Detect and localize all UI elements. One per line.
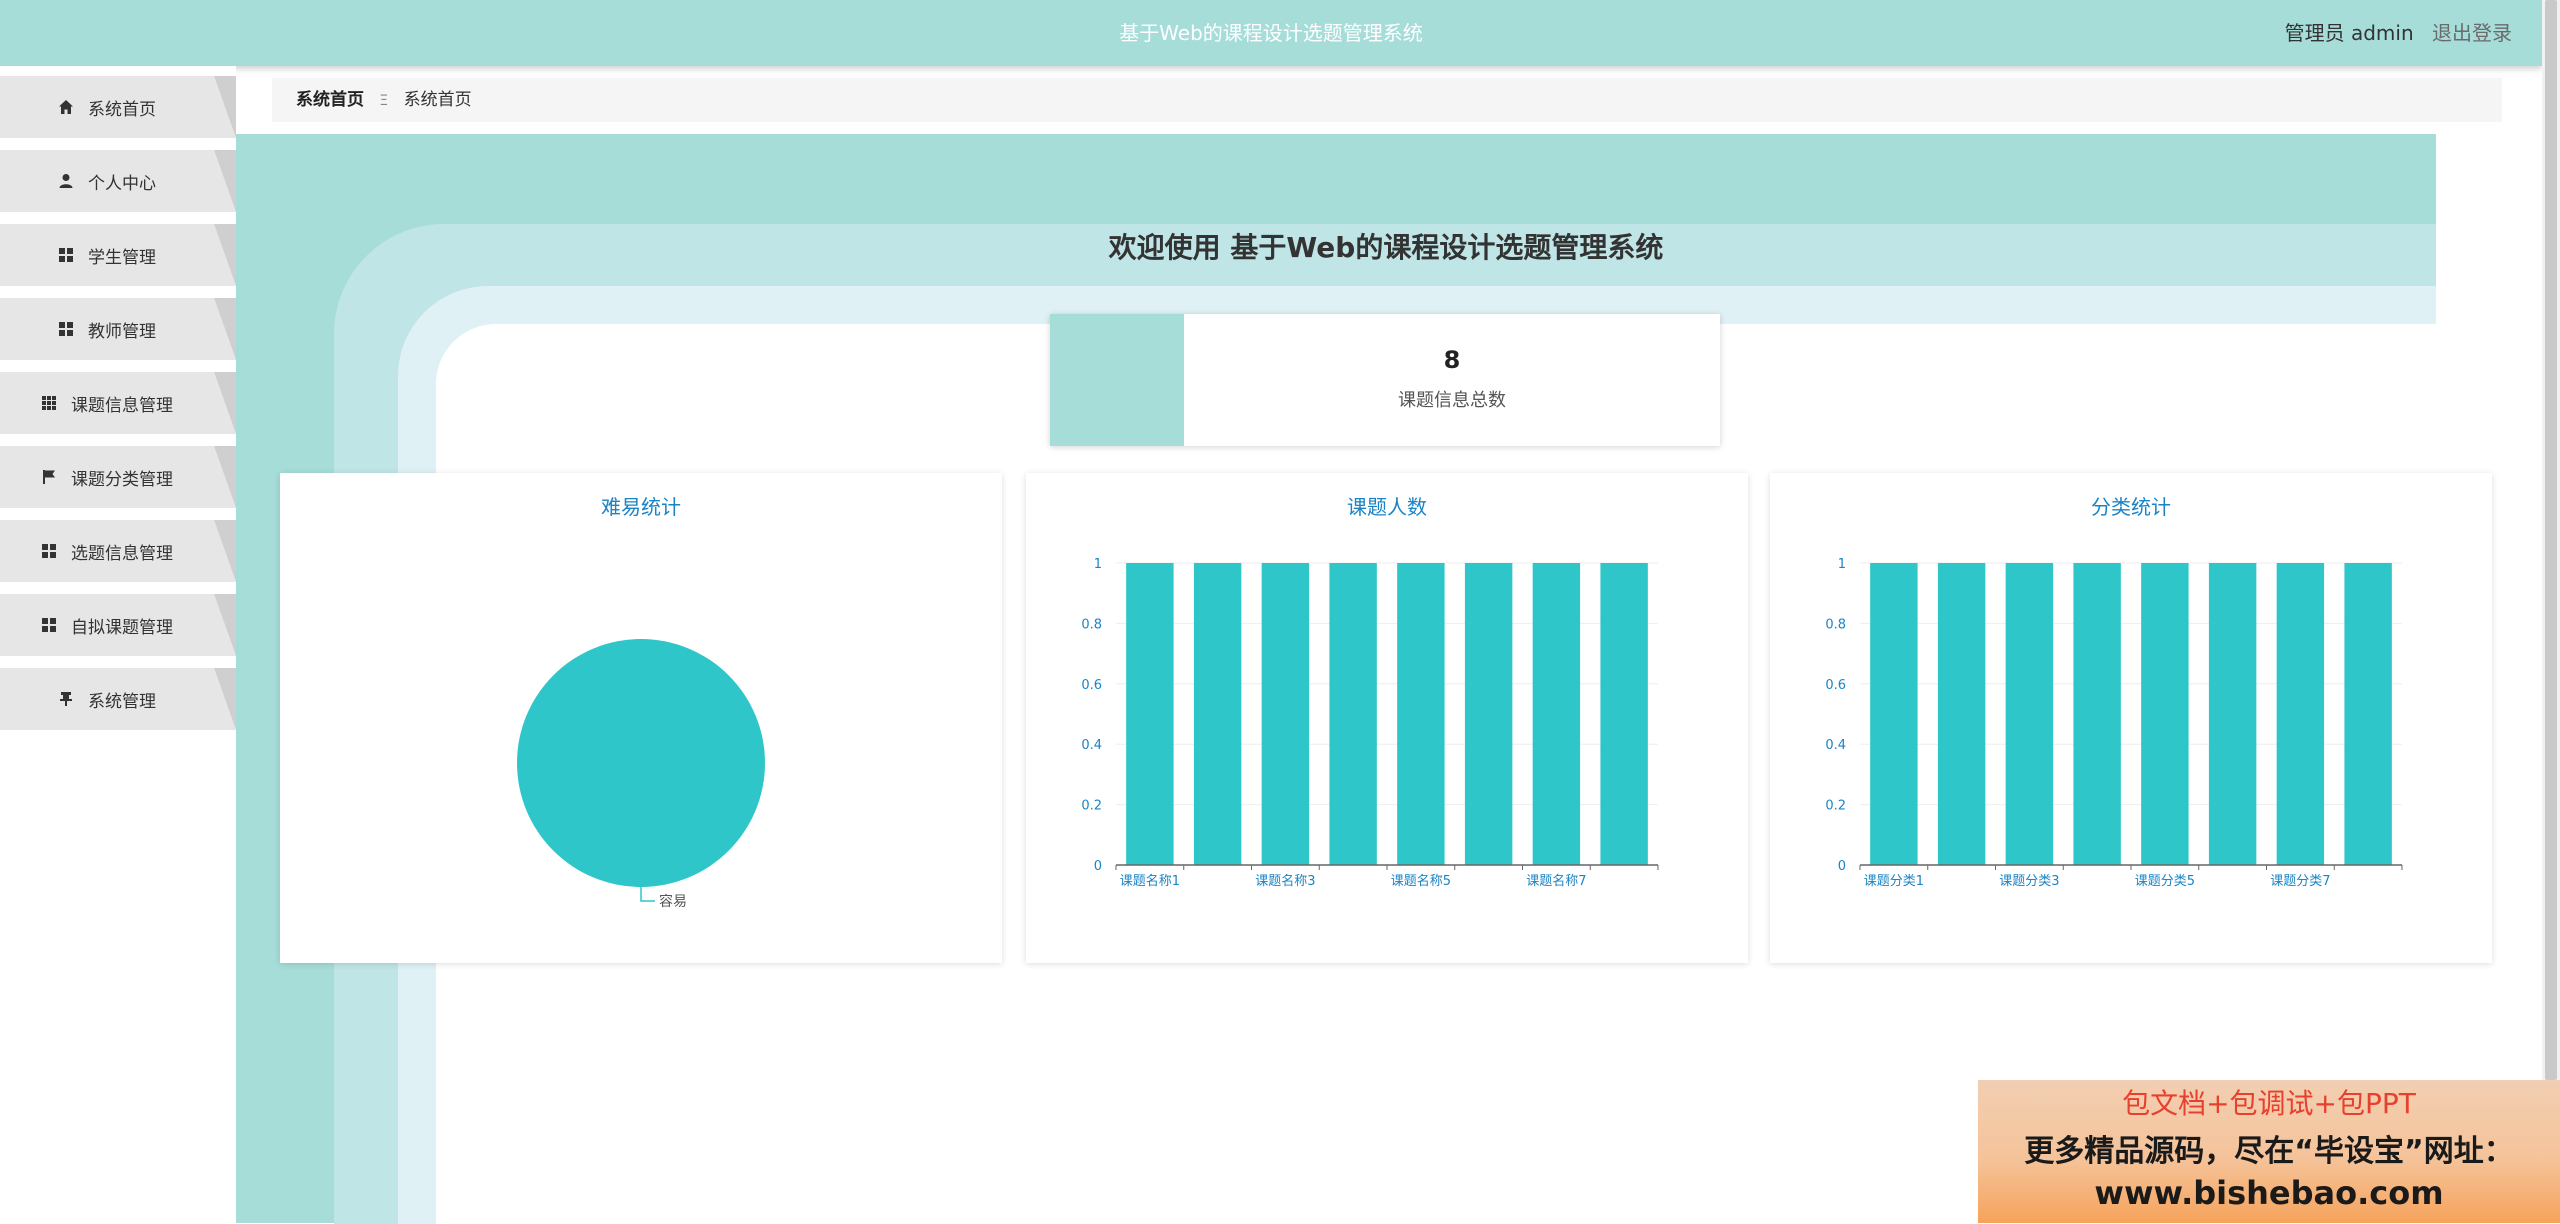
sidebar: 系统首页 个人中心 学生管理 教师管理 课题信息管理 课题分类管理 选题信息管理… [0,66,236,1223]
pie-label: 容易 [659,893,687,910]
sidebar-item-label: 系统管理 [88,691,156,712]
page-scrollbar[interactable] [2542,0,2560,1223]
bar [1261,563,1310,865]
bar [1937,563,1986,865]
breadcrumb-current: 系统首页 [403,90,472,110]
sidebar-item-label: 课题分类管理 [71,469,173,490]
y-tick-label: 0.8 [1825,617,1846,632]
scrollbar-thumb[interactable] [2545,0,2557,1080]
flag-icon [43,470,55,484]
grid-icon [59,322,73,336]
y-tick-label: 0.6 [1825,678,1846,693]
bar [1329,563,1377,865]
bar [1532,563,1581,865]
y-tick-label: 0.4 [1825,738,1846,753]
watermark-line: 包文档+包调试+包PPT [2122,1087,2416,1120]
stat-label: 课题信息总数 [1398,390,1506,411]
stat-card: 8 课题信息总数 [1050,314,1720,446]
sidebar-item-profile[interactable]: 个人中心 [0,150,236,212]
watermark-line: 更多精品源码，尽在“毕设宝”网址： [2024,1134,2514,1169]
sidebar-item-system[interactable]: 系统管理 [0,668,236,730]
y-tick-label: 0.4 [1081,738,1102,753]
bar [2141,563,2189,865]
bar-chart: 0 0.2 0.4 0.6 0.8 1 课题名称1 课题名称3 课题名称5 课题名称7 [1081,557,1659,889]
sidebar-item-topic-info[interactable]: 课题信息管理 [0,372,236,434]
grid-icon [59,248,73,262]
breadcrumb: 系统首页 Ξ 系统首页 [272,78,2502,122]
sidebar-item-selection-info[interactable]: 选题信息管理 [0,520,236,582]
user-area: 管理员 admin 退出登录 [2285,0,2512,66]
topic-count-chart-panel: 课题人数 0 0.2 0.4 0.6 0.8 1 课题名称1 课题名称3 课题名称5 课题名称7 [1026,473,1748,963]
sidebar-item-home[interactable]: 系统首页 [0,76,236,138]
bar [1600,563,1648,865]
apps-icon [42,396,56,410]
sidebar-item-label: 教师管理 [88,321,156,342]
sidebar-item-students[interactable]: 学生管理 [0,224,236,286]
x-tick-label: 课题分类1 [1864,874,1924,889]
bar [1397,563,1445,865]
y-tick-label: 1 [1838,557,1846,572]
sidebar-item-label: 自拟课题管理 [71,617,173,638]
bar [2208,563,2257,865]
sidebar-item-teachers[interactable]: 教师管理 [0,298,236,360]
y-tick-label: 0.8 [1081,617,1102,632]
y-tick-label: 0 [1094,859,1102,874]
app-title: 基于Web的课程设计选题管理系统 [1119,21,1423,45]
sidebar-item-label: 课题信息管理 [71,395,173,416]
stat-value: 8 [1443,346,1461,374]
bar [2344,563,2392,865]
home-icon [59,100,73,114]
x-tick-label: 课题名称7 [1526,873,1586,889]
sidebar-item-label: 系统首页 [88,99,156,120]
bar [2276,563,2325,865]
breadcrumb-home[interactable]: 系统首页 [296,90,364,110]
bar [2005,563,2054,865]
difficulty-chart-panel: 难易统计 容易 [280,473,1002,963]
pie-chart: 容易 [517,639,765,910]
pushpin-icon [60,692,72,706]
pie-label-line [640,887,655,902]
x-tick-label: 课题名称1 [1120,873,1180,889]
logout-link[interactable]: 退出登录 [2432,21,2512,45]
y-tick-label: 0.2 [1081,799,1102,814]
main-content: 系统首页 Ξ 系统首页 欢迎使用 基于Web的课程设计选题管理系统 8 课题信息… [236,66,2542,1224]
bar [2073,563,2121,865]
bar [1126,563,1174,865]
bar [1464,563,1513,865]
x-tick-label: 课题分类7 [2270,874,2330,889]
pie-slice [517,639,765,887]
y-tick-label: 1 [1094,557,1102,572]
user-icon [59,174,73,188]
y-tick-label: 0.6 [1081,678,1102,693]
sidebar-item-label: 学生管理 [88,247,156,268]
category-chart-panel: 分类统计 0 0.2 0.4 0.6 0.8 1 课题分类1 课题分类3 课题分类5 课题分类7 [1770,473,2492,963]
x-tick-label: 课题名称3 [1255,873,1315,889]
x-tick-label: 课题分类5 [2135,874,2195,889]
sidebar-item-label: 选题信息管理 [71,543,173,564]
grid-icon [42,544,56,558]
sidebar-item-label: 个人中心 [88,173,156,194]
y-tick-label: 0.2 [1825,799,1846,814]
bar-chart: 0 0.2 0.4 0.6 0.8 1 课题分类1 课题分类3 课题分类5 课题分类7 [1825,557,2403,889]
top-header: 基于Web的课程设计选题管理系统 管理员 admin 退出登录 [0,0,2542,66]
sidebar-item-topic-category[interactable]: 课题分类管理 [0,446,236,508]
stat-card-swatch [1050,314,1184,446]
grid-icon [42,618,56,632]
breadcrumb-separator: Ξ [379,93,389,109]
user-role: 管理员 admin [2284,21,2414,45]
welcome-heading: 欢迎使用 基于Web的课程设计选题管理系统 [1108,231,1664,264]
y-tick-label: 0 [1838,859,1846,874]
sidebar-item-custom-topic[interactable]: 自拟课题管理 [0,594,236,656]
bar [1193,563,1242,865]
watermark-line: www.bishebao.com [2094,1174,2444,1212]
x-tick-label: 课题名称5 [1391,873,1451,889]
x-tick-label: 课题分类3 [1999,874,2059,889]
promo-watermark: 包文档+包调试+包PPT 更多精品源码，尽在“毕设宝”网址： www.bishe… [1978,1080,2560,1223]
bar [1870,563,1918,865]
